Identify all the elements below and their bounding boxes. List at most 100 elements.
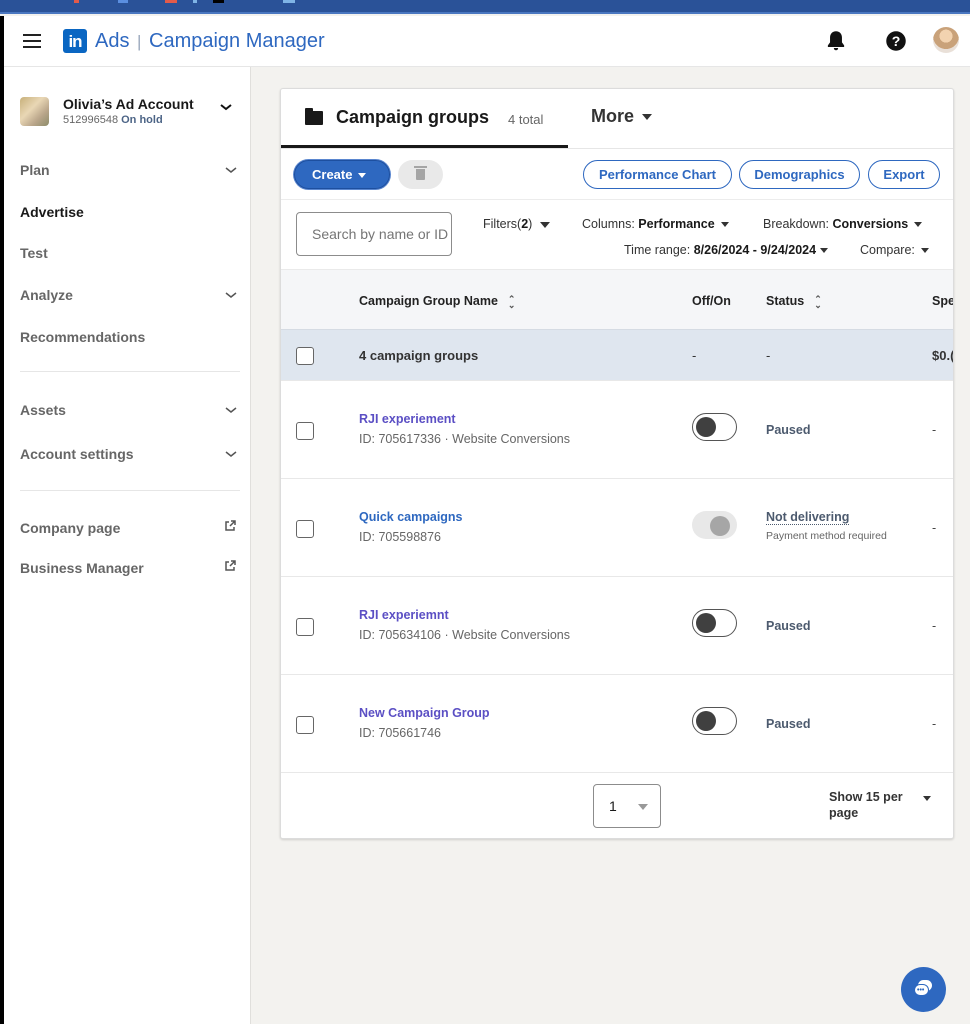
status-label[interactable]: Not delivering bbox=[766, 510, 850, 525]
performance-chart-button[interactable]: Performance Chart bbox=[583, 160, 732, 189]
column-label: Status bbox=[766, 294, 805, 308]
columns-value: Performance bbox=[638, 217, 715, 231]
svg-text:?: ? bbox=[892, 33, 901, 49]
on-off-toggle[interactable] bbox=[692, 707, 737, 735]
sidebar-item-label: Plan bbox=[20, 162, 50, 178]
campaign-group-meta: ID: 705598876 bbox=[359, 530, 442, 544]
tab-more[interactable]: More bbox=[591, 106, 653, 127]
account-meta: 512996548 On hold bbox=[63, 114, 163, 126]
breakdown-label: Breakdown: bbox=[763, 217, 830, 231]
column-header-off-on: Off/On bbox=[692, 294, 731, 308]
toggle-knob bbox=[696, 417, 716, 437]
sidebar-item-plan[interactable]: Plan bbox=[20, 162, 240, 186]
spend-value: - bbox=[932, 619, 937, 633]
spend-value: - bbox=[932, 521, 937, 535]
delete-button[interactable] bbox=[398, 160, 443, 189]
spend-value: - bbox=[932, 423, 937, 437]
toggle-knob bbox=[696, 613, 716, 633]
sidebar-item-label: Company page bbox=[20, 520, 121, 536]
tab-campaign-groups[interactable]: Campaign groups 4 total bbox=[281, 89, 568, 148]
account-switcher[interactable]: Olivia’s Ad Account 512996548 On hold bbox=[20, 96, 240, 132]
campaign-group-name-link[interactable]: RJI experiemnt bbox=[359, 608, 449, 622]
row-checkbox[interactable] bbox=[296, 716, 314, 734]
column-label: Campaign Group Name bbox=[359, 294, 498, 308]
campaign-group-meta: ID: 705661746 bbox=[359, 726, 442, 740]
table-row: Quick campaigns ID: 705598876 Not delive… bbox=[281, 478, 953, 576]
caret-down-icon bbox=[820, 248, 829, 254]
sidebar-item-assets[interactable]: Assets bbox=[20, 402, 240, 426]
sidebar-item-label: Recommendations bbox=[20, 329, 146, 345]
caret-down-icon[interactable] bbox=[923, 796, 931, 801]
os-bar-indicator bbox=[165, 0, 177, 3]
campaign-group-name-link[interactable]: New Campaign Group bbox=[359, 706, 490, 720]
chat-button[interactable]: ••• bbox=[901, 967, 946, 1012]
time-range-label: Time range: bbox=[624, 243, 691, 257]
page-select[interactable]: 1 bbox=[593, 784, 661, 828]
sidebar-item-test[interactable]: Test bbox=[20, 245, 240, 269]
chevron-down-icon[interactable] bbox=[219, 102, 233, 112]
row-checkbox[interactable] bbox=[296, 422, 314, 440]
on-off-toggle[interactable] bbox=[692, 609, 737, 637]
sidebar-item-label: Account settings bbox=[20, 446, 134, 462]
column-header-status[interactable]: Status ⌃ ⌄ bbox=[766, 294, 822, 309]
os-bar-indicator bbox=[213, 0, 224, 3]
hamburger-icon[interactable] bbox=[23, 34, 41, 48]
row-checkbox[interactable] bbox=[296, 520, 314, 538]
folder-icon bbox=[305, 108, 323, 125]
caret-down-icon bbox=[642, 114, 653, 121]
sidebar-item-recommendations[interactable]: Recommendations bbox=[20, 329, 240, 353]
campaign-group-name-link[interactable]: RJI experiement bbox=[359, 412, 456, 426]
sidebar-item-label: Assets bbox=[20, 402, 66, 418]
typing-dots-icon: ••• bbox=[917, 987, 925, 994]
chevron-down-icon bbox=[225, 407, 237, 413]
account-name: Olivia’s Ad Account bbox=[63, 96, 194, 112]
select-all-checkbox[interactable] bbox=[296, 347, 314, 365]
time-range-dropdown[interactable]: Time range: 8/26/2024 - 9/24/2024 bbox=[624, 243, 829, 257]
status-detail: Payment method required bbox=[766, 530, 887, 542]
app-title[interactable]: Ads | Campaign Manager bbox=[95, 29, 325, 54]
sidebar-item-company-page[interactable]: Company page bbox=[20, 520, 240, 544]
search-input[interactable] bbox=[296, 212, 452, 256]
row-checkbox[interactable] bbox=[296, 618, 314, 636]
product-name: Campaign Manager bbox=[149, 30, 325, 52]
sidebar-item-label: Analyze bbox=[20, 287, 73, 303]
on-off-toggle bbox=[692, 511, 737, 539]
per-page-dropdown[interactable]: Show 15 per page bbox=[829, 789, 909, 821]
table-row: RJI experiemnt ID: 705634106 · Website C… bbox=[281, 576, 953, 674]
status-label: Paused bbox=[766, 619, 811, 633]
chevron-down-icon bbox=[225, 292, 237, 298]
toolbar-divider bbox=[281, 199, 953, 200]
campaign-group-name-link[interactable]: Quick campaigns bbox=[359, 510, 463, 524]
os-bar-indicator bbox=[118, 0, 128, 3]
demographics-button[interactable]: Demographics bbox=[739, 160, 860, 189]
summary-spend: $0.( bbox=[932, 348, 954, 363]
export-button[interactable]: Export bbox=[868, 160, 940, 189]
avatar[interactable] bbox=[933, 27, 959, 53]
sidebar-item-advertise[interactable]: Advertise bbox=[20, 204, 240, 228]
columns-dropdown[interactable]: Columns: Performance bbox=[582, 217, 729, 231]
caret-down-icon bbox=[914, 222, 923, 228]
column-header-spend[interactable]: Spe bbox=[932, 294, 953, 308]
help-icon[interactable]: ? bbox=[883, 28, 909, 54]
linkedin-logo[interactable]: in bbox=[63, 29, 87, 53]
sidebar-item-business-manager[interactable]: Business Manager bbox=[20, 560, 240, 584]
table-row: New Campaign Group ID: 705661746 Paused … bbox=[281, 674, 953, 772]
top-nav-bar: in Ads | Campaign Manager ? bbox=[0, 16, 970, 67]
sort-icon[interactable]: ⌃ ⌄ bbox=[508, 294, 516, 309]
create-label: Create bbox=[312, 167, 353, 182]
sidebar-item-analyze[interactable]: Analyze bbox=[20, 287, 240, 311]
account-status: On hold bbox=[121, 114, 163, 126]
table-row: RJI experiement ID: 705617336 · Website … bbox=[281, 380, 953, 478]
filters-dropdown[interactable]: Filters(2) bbox=[483, 217, 551, 231]
column-header-name[interactable]: Campaign Group Name ⌃ ⌄ bbox=[359, 294, 516, 309]
bell-icon[interactable] bbox=[823, 28, 849, 54]
sort-icon[interactable]: ⌃ ⌄ bbox=[814, 294, 822, 309]
trash-icon bbox=[414, 166, 427, 180]
breakdown-dropdown[interactable]: Breakdown: Conversions bbox=[763, 217, 923, 231]
time-range-value: 8/26/2024 - 9/24/2024 bbox=[693, 243, 817, 257]
sidebar-item-account-settings[interactable]: Account settings bbox=[20, 446, 240, 470]
on-off-toggle[interactable] bbox=[692, 413, 737, 441]
create-button[interactable]: Create bbox=[294, 160, 390, 189]
compare-dropdown[interactable]: Compare: bbox=[860, 243, 929, 257]
external-link-icon bbox=[225, 520, 236, 531]
